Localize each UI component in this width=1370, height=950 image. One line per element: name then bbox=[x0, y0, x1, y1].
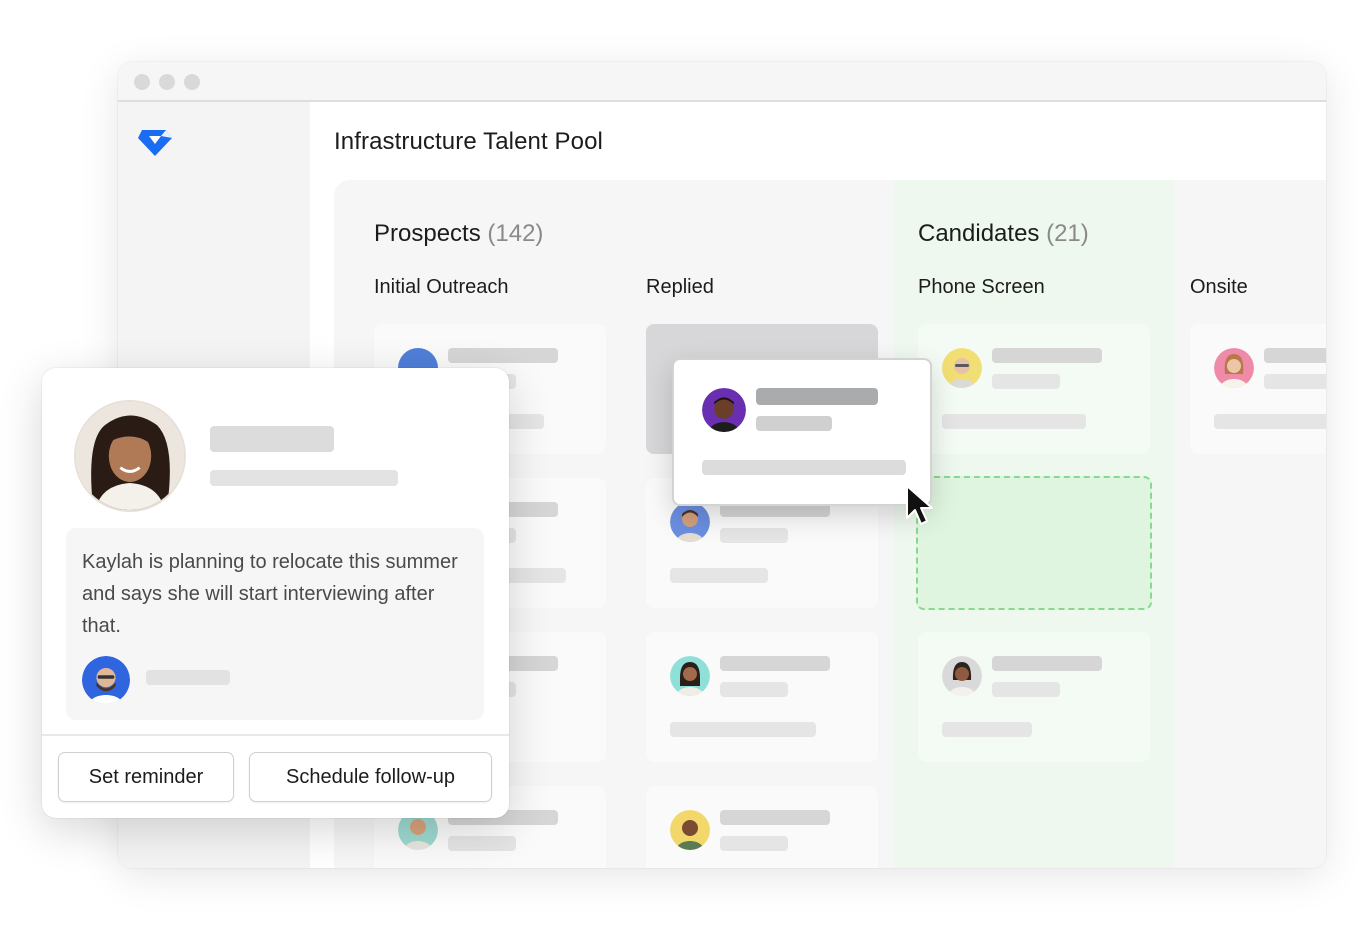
candidate-card[interactable] bbox=[1190, 324, 1326, 454]
detail-placeholder bbox=[1214, 414, 1326, 429]
mouse-pointer-icon bbox=[906, 485, 933, 525]
candidate-avatar bbox=[942, 656, 982, 696]
title-placeholder bbox=[720, 528, 788, 543]
window-titlebar bbox=[118, 62, 1326, 102]
candidate-card[interactable] bbox=[918, 632, 1150, 762]
candidate-card[interactable] bbox=[646, 632, 878, 762]
name-placeholder bbox=[448, 348, 558, 363]
popup-divider bbox=[42, 734, 509, 736]
window-maximize-dot[interactable] bbox=[184, 74, 200, 90]
detail-placeholder bbox=[670, 722, 816, 737]
drop-target-zone[interactable] bbox=[916, 476, 1152, 610]
title-placeholder bbox=[992, 374, 1060, 389]
set-reminder-button[interactable]: Set reminder bbox=[58, 752, 234, 802]
group-name: Candidates bbox=[918, 220, 1040, 247]
name-placeholder bbox=[720, 810, 830, 825]
candidate-avatar bbox=[670, 656, 710, 696]
group-count: (21) bbox=[1046, 220, 1089, 247]
candidate-photo bbox=[74, 400, 186, 512]
group-title-candidates: Candidates (21) bbox=[918, 220, 1089, 248]
name-placeholder bbox=[1264, 348, 1326, 363]
dragged-candidate-card[interactable] bbox=[672, 358, 932, 506]
page-title: Infrastructure Talent Pool bbox=[334, 128, 603, 155]
recruiter-avatar bbox=[82, 656, 130, 704]
group-count: (142) bbox=[487, 220, 544, 247]
name-placeholder bbox=[756, 388, 878, 405]
name-placeholder bbox=[210, 426, 334, 452]
candidate-avatar bbox=[702, 388, 746, 432]
stage-replied[interactable]: Replied bbox=[646, 276, 714, 299]
window-minimize-dot[interactable] bbox=[159, 74, 175, 90]
candidate-note-popup: Kaylah is planning to relocate this summ… bbox=[42, 368, 509, 818]
detail-placeholder bbox=[942, 414, 1086, 429]
candidate-avatar bbox=[670, 502, 710, 542]
window-close-dot[interactable] bbox=[134, 74, 150, 90]
name-placeholder bbox=[720, 656, 830, 671]
title-placeholder bbox=[210, 470, 398, 486]
name-placeholder bbox=[992, 656, 1102, 671]
candidate-avatar bbox=[942, 348, 982, 388]
title-placeholder bbox=[992, 682, 1060, 697]
note-box: Kaylah is planning to relocate this summ… bbox=[66, 528, 484, 720]
title-placeholder bbox=[720, 836, 788, 851]
name-placeholder bbox=[992, 348, 1102, 363]
title-placeholder bbox=[448, 836, 516, 851]
candidate-avatar bbox=[1214, 348, 1254, 388]
stage-initial-outreach[interactable]: Initial Outreach bbox=[374, 276, 509, 299]
detail-placeholder bbox=[942, 722, 1032, 737]
title-placeholder bbox=[1264, 374, 1326, 389]
title-placeholder bbox=[720, 682, 788, 697]
note-text: Kaylah is planning to relocate this summ… bbox=[82, 551, 458, 637]
schedule-follow-up-button[interactable]: Schedule follow-up bbox=[249, 752, 492, 802]
title-placeholder bbox=[756, 416, 832, 431]
group-name: Prospects bbox=[374, 220, 481, 247]
author-placeholder bbox=[146, 670, 230, 685]
group-title-prospects: Prospects (142) bbox=[374, 220, 543, 248]
stage-phone-screen[interactable]: Phone Screen bbox=[918, 276, 1045, 299]
stage-onsite[interactable]: Onsite bbox=[1190, 276, 1248, 299]
candidate-card[interactable] bbox=[646, 786, 878, 868]
candidate-avatar bbox=[670, 810, 710, 850]
detail-placeholder bbox=[702, 460, 906, 475]
candidate-card[interactable] bbox=[918, 324, 1150, 454]
gem-logo-icon[interactable] bbox=[136, 126, 174, 158]
detail-placeholder bbox=[670, 568, 768, 583]
